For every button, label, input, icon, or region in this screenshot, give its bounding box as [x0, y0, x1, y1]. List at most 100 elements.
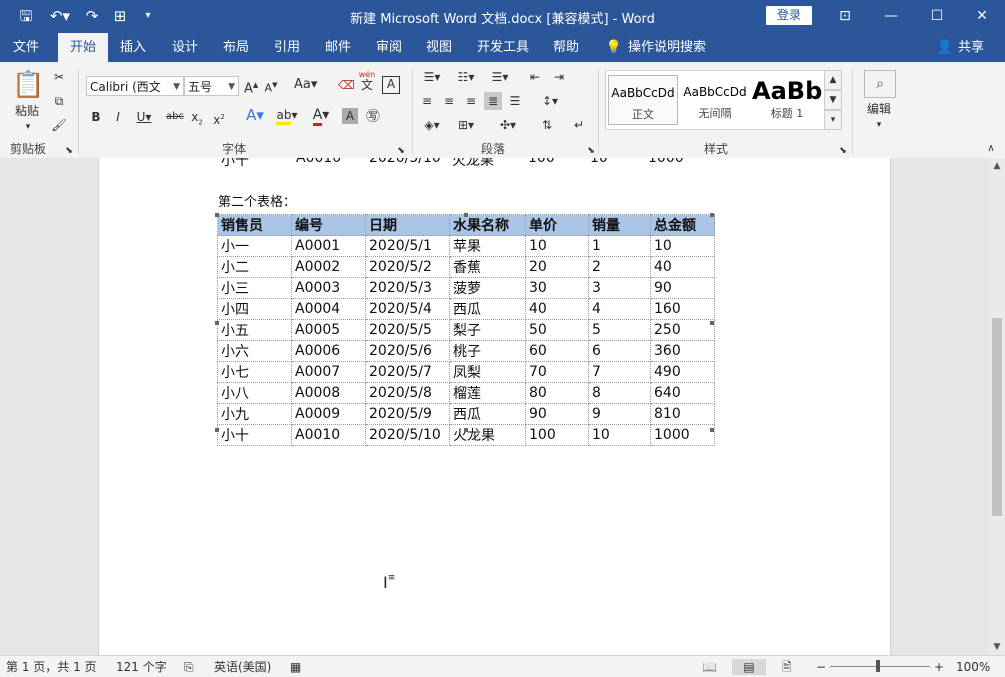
table-cell[interactable]: 8 [588, 382, 651, 404]
language-indicator[interactable]: 英语(美国) [214, 659, 271, 675]
bold-icon[interactable]: B [90, 108, 102, 126]
table-cell[interactable]: A0009 [291, 403, 366, 425]
sort-icon[interactable]: ⇅ [538, 116, 556, 134]
header-cell[interactable]: 销量 [588, 214, 651, 236]
table-cell[interactable]: A0007 [291, 361, 366, 383]
table-cell[interactable]: 榴莲 [449, 382, 526, 404]
tab-developer[interactable]: 开发工具 [472, 33, 534, 62]
table-cell[interactable]: A0005 [291, 319, 366, 341]
table-cell[interactable]: 90 [525, 403, 589, 425]
header-cell[interactable]: 水果名称 [449, 214, 526, 236]
superscript-icon[interactable]: x2 [212, 108, 226, 129]
tab-layout[interactable]: 布局 [216, 33, 256, 62]
table-cell[interactable]: A0001 [291, 235, 366, 257]
tab-help[interactable]: 帮助 [546, 33, 586, 62]
header-cell[interactable]: 单价 [525, 214, 589, 236]
show-marks-icon[interactable]: ↵ [570, 116, 588, 134]
table-cell[interactable]: 640 [650, 382, 715, 404]
styles-scroll-down-icon[interactable]: ▼ [824, 90, 842, 110]
minimize-button[interactable]: — [868, 0, 914, 33]
table-cell[interactable]: 10 [525, 235, 589, 257]
macro-icon[interactable]: ▦ [290, 659, 301, 675]
paste-dropdown-icon[interactable]: ▾ [20, 118, 36, 136]
decrease-indent-icon[interactable]: ⇤ [526, 68, 544, 86]
tab-mailings[interactable]: 邮件 [318, 33, 358, 62]
phonetic-guide-button[interactable]: wén 文 [358, 70, 376, 92]
styles-more-icon[interactable]: ▾ [824, 110, 842, 130]
scrollbar-thumb[interactable] [992, 318, 1002, 516]
table-cell[interactable]: 2020/5/6 [365, 340, 450, 362]
numbering-icon[interactable]: ☷▾ [452, 68, 480, 86]
table-cell[interactable]: A0003 [291, 277, 366, 299]
header-cell[interactable]: 总金额 [650, 214, 715, 236]
table-cell[interactable]: 2020/5/1 [365, 235, 450, 257]
table-cell[interactable]: 2020/5/3 [365, 277, 450, 299]
table-cell[interactable]: 2020/5/4 [365, 298, 450, 320]
table-cell[interactable]: 1 [588, 235, 651, 257]
table-cell[interactable]: 小四 [217, 298, 292, 320]
subscript-icon[interactable]: x2 [190, 108, 204, 131]
table-cell[interactable]: 3 [588, 277, 651, 299]
table-cell[interactable]: A0002 [291, 256, 366, 278]
header-cell[interactable]: 编号 [291, 214, 366, 236]
tab-design[interactable]: 设计 [165, 33, 205, 62]
styles-scroll-up-icon[interactable]: ▲ [824, 70, 842, 90]
table-cell[interactable]: 西瓜 [449, 298, 526, 320]
table-cell[interactable]: 2 [588, 256, 651, 278]
table-cell[interactable]: 9 [588, 403, 651, 425]
change-case-button[interactable]: Aa▾ [294, 76, 317, 94]
zoom-out-icon[interactable]: − [816, 659, 826, 675]
table-cell[interactable]: 360 [650, 340, 715, 362]
word-count[interactable]: 121 个字 [116, 659, 167, 675]
tab-file[interactable]: 文件 [6, 33, 46, 62]
clipboard-icon[interactable]: 📋 [12, 70, 44, 100]
zoom-level[interactable]: 100% [956, 659, 990, 675]
tell-me-search[interactable]: 操作说明搜索 [628, 33, 718, 62]
text-effects-icon[interactable]: A▾ [242, 106, 268, 124]
table-cell[interactable]: 5 [588, 319, 651, 341]
table-cell[interactable]: 小六 [217, 340, 292, 362]
align-right-icon[interactable]: ≡ [462, 92, 480, 110]
table-cell[interactable]: 小十 [217, 424, 292, 446]
table-cell[interactable]: A0010 [291, 424, 366, 446]
table-resize-handle[interactable] [710, 321, 714, 325]
table-cell[interactable]: 40 [525, 298, 589, 320]
tab-insert[interactable]: 插入 [113, 33, 153, 62]
table-cell[interactable]: 桃子 [449, 340, 526, 362]
line-spacing-icon[interactable]: ↕▾ [536, 92, 564, 110]
table-cell[interactable]: 2020/5/9 [365, 403, 450, 425]
login-button[interactable]: 登录 [766, 6, 812, 25]
clear-format-icon[interactable]: ⌫ [338, 76, 355, 94]
zoom-slider-track[interactable] [830, 666, 930, 667]
table-cell[interactable]: 250 [650, 319, 715, 341]
table-cell[interactable]: 90 [650, 277, 715, 299]
table-cell[interactable]: 70 [525, 361, 589, 383]
table-cell[interactable]: 160 [650, 298, 715, 320]
table-cell[interactable]: 30 [525, 277, 589, 299]
tab-references[interactable]: 引用 [267, 33, 307, 62]
search-icon[interactable]: ⌕ [864, 70, 896, 98]
align-left-icon[interactable]: ≡ [418, 92, 436, 110]
bullets-icon[interactable]: ☰▾ [418, 68, 446, 86]
font-color-icon[interactable]: A▾ [308, 106, 334, 126]
table-cell[interactable]: 1000 [650, 424, 715, 446]
table-cell[interactable]: 810 [650, 403, 715, 425]
tab-home[interactable]: 开始 [58, 33, 108, 62]
chevron-down-icon[interactable]: ▾ [872, 116, 886, 134]
collapse-ribbon-icon[interactable]: ∧ [984, 140, 998, 158]
character-border-icon[interactable]: A [382, 76, 400, 94]
scroll-up-icon[interactable]: ▲ [989, 158, 1005, 174]
table-cell[interactable]: A0008 [291, 382, 366, 404]
table-cell[interactable]: 苹果 [449, 235, 526, 257]
justify-icon[interactable]: ≣ [484, 92, 502, 110]
multilevel-list-icon[interactable]: ☰▾ [486, 68, 514, 86]
zoom-slider-knob[interactable] [876, 660, 880, 672]
table-cell[interactable]: 4 [588, 298, 651, 320]
font-size-combo[interactable]: 五号 ▼ [184, 76, 239, 96]
tab-view[interactable]: 视图 [419, 33, 459, 62]
table-cell[interactable]: A0006 [291, 340, 366, 362]
underline-icon[interactable]: U▾ [134, 108, 154, 126]
table-cell[interactable]: 凤梨 [449, 361, 526, 383]
table-cell[interactable]: 小一 [217, 235, 292, 257]
maximize-button[interactable]: ☐ [914, 0, 960, 33]
